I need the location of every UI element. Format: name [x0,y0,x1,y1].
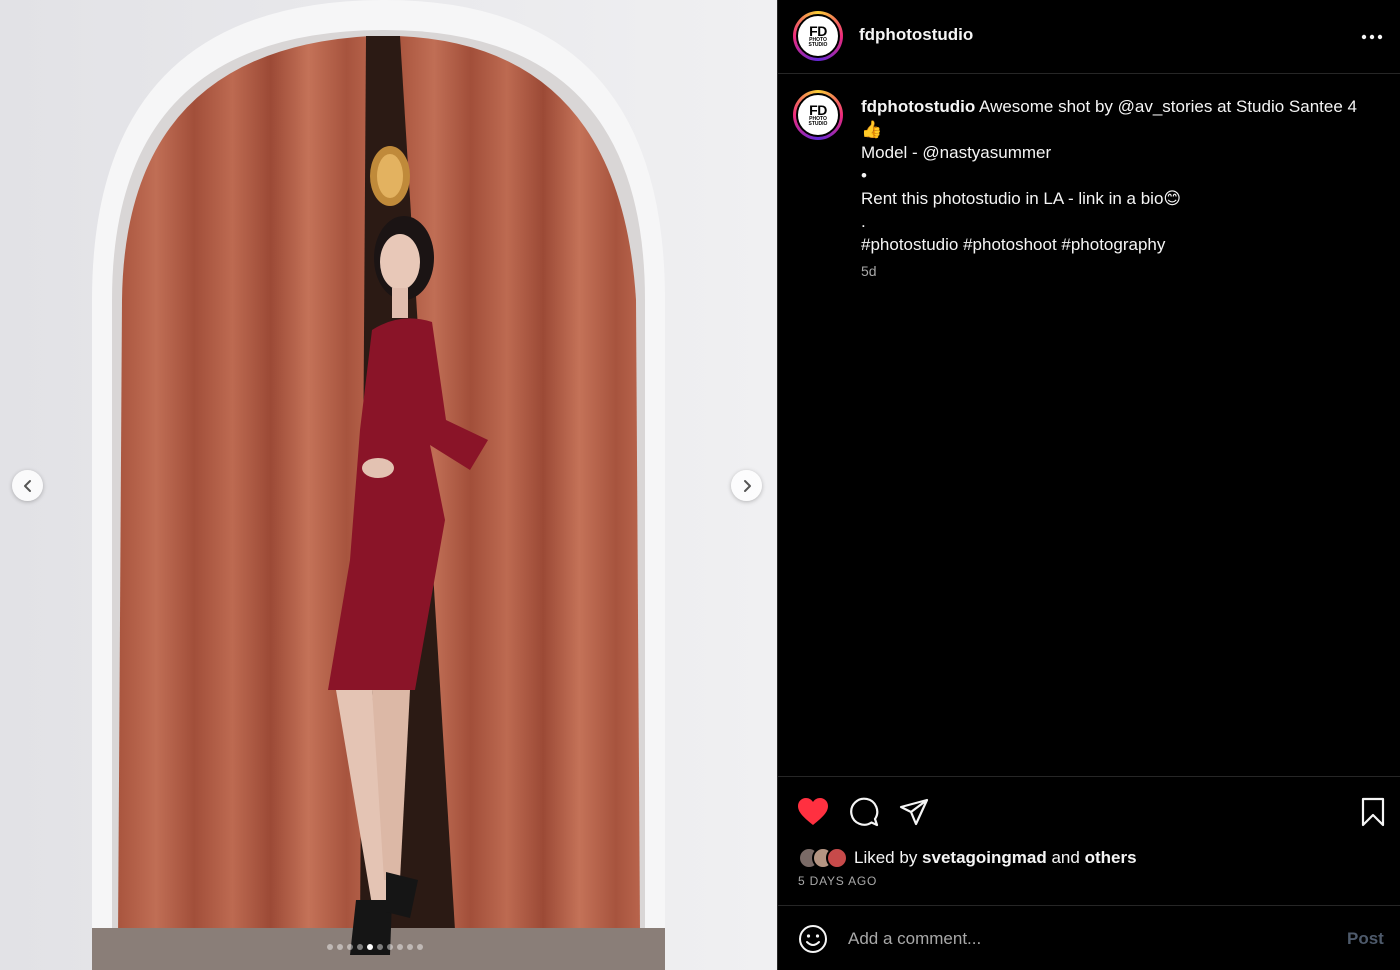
comment-composer: Post [778,905,1400,970]
post-actions: Liked by svetagoingmad and others 5 DAYS… [778,776,1400,906]
like-button[interactable] [796,795,830,829]
caption-line-2: Model - @nastyasummer [861,143,1052,162]
header-username[interactable]: fdphotostudio [859,25,973,45]
carousel-dot [387,944,393,950]
more-horizontal-icon [1361,34,1383,40]
carousel-indicator [327,944,423,950]
caption-hashtags[interactable]: #photostudio #photoshoot #photography [861,233,1361,256]
save-button[interactable] [1356,795,1390,829]
liked-by-user[interactable]: svetagoingmad [922,848,1047,867]
comment-button[interactable] [847,795,881,829]
post-caption: fdphotostudio Awesome shot by @av_storie… [861,95,1361,256]
carousel-dot [377,944,383,950]
carousel-dot [407,944,413,950]
send-icon [899,798,929,826]
caption-line-5: . [861,212,866,231]
carousel-dot [397,944,403,950]
liked-by-others[interactable]: others [1085,848,1137,867]
caption-username[interactable]: fdphotostudio [861,97,975,116]
more-options-button[interactable] [1360,27,1384,47]
carousel-dot [337,944,343,950]
caption-line-3: • [861,166,867,185]
previous-slide-button[interactable] [12,470,43,501]
liker-avatar[interactable] [826,847,848,869]
liked-by-prefix: Liked by [854,848,923,867]
liked-by-text: Liked by svetagoingmad and others [854,848,1137,868]
post-header: FD PHOTO STUDIO fdphotostudio [778,0,1400,74]
likes-summary: Liked by svetagoingmad and others [798,846,1137,870]
profile-avatar[interactable]: FD PHOTO STUDIO [793,11,843,61]
emoji-icon [799,925,827,953]
next-slide-button[interactable] [731,470,762,501]
chevron-right-icon [743,479,751,492]
post-photo [0,0,777,970]
post-date[interactable]: 5 DAYS AGO [798,874,877,888]
share-button[interactable] [897,795,931,829]
emoji-button[interactable] [797,923,829,955]
heart-filled-icon [798,798,828,825]
avatar-logo-text: FD [809,22,827,39]
comment-icon [850,797,879,827]
post-details-panel: FD PHOTO STUDIO fdphotostudio FD PHOTO S… [777,0,1400,970]
caption-avatar-logo-subtext: PHOTO STUDIO [808,115,828,127]
caption-avatar-logo-text: FD [809,101,827,118]
carousel-dot [367,944,373,950]
carousel-dot [347,944,353,950]
chevron-left-icon [23,479,31,492]
post-comment-button[interactable]: Post [1347,929,1384,949]
bookmark-icon [1361,797,1385,827]
post-media[interactable] [0,0,777,970]
comment-input[interactable] [848,926,1318,952]
caption-timestamp[interactable]: 5d [861,263,877,279]
carousel-dot [417,944,423,950]
caption-line-4: Rent this photostudio in LA - link in a … [861,189,1182,208]
carousel-dot [327,944,333,950]
carousel-dot [357,944,363,950]
avatar-logo-subtext: PHOTO STUDIO [808,36,828,48]
caption-avatar[interactable]: FD PHOTO STUDIO [793,90,843,140]
liked-by-and: and [1046,848,1085,867]
